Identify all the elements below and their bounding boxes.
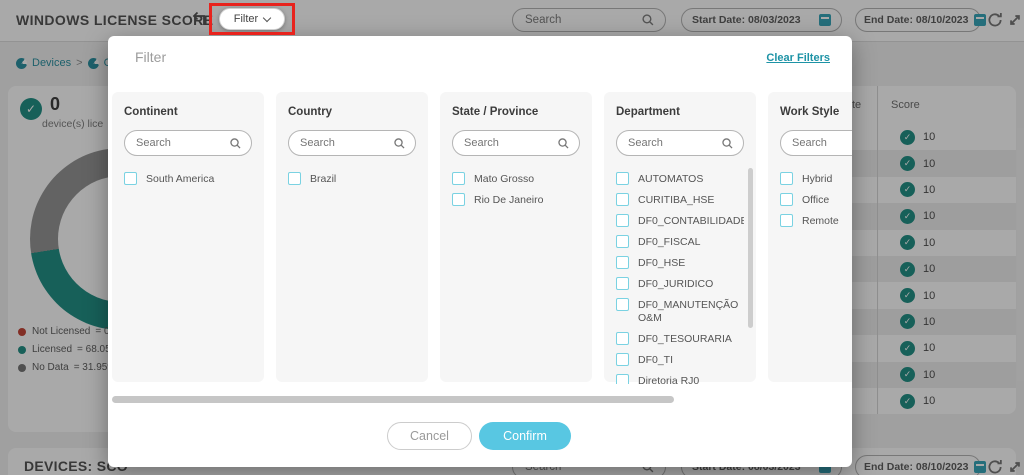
checkbox-label: Brazil xyxy=(310,173,337,185)
column-search[interactable] xyxy=(124,130,252,156)
filter-column-continent: Continent South America xyxy=(112,92,264,382)
checkbox-item: Hybrid xyxy=(780,172,852,186)
search-icon xyxy=(229,137,242,150)
checkbox-label: Diretoria RJ0 xyxy=(638,375,700,384)
search-input[interactable] xyxy=(134,136,219,150)
checkbox-label: Mato Grosso xyxy=(474,173,535,185)
confirm-button[interactable]: Confirm xyxy=(479,422,571,450)
column-title: Country xyxy=(288,106,333,118)
checkbox[interactable] xyxy=(780,214,793,227)
checkbox-item: Rio De Janeiro xyxy=(452,193,580,207)
checkbox[interactable] xyxy=(616,214,629,227)
checkbox[interactable] xyxy=(124,172,137,185)
checkbox-label: DF0_CONTABILIDADE xyxy=(638,215,744,227)
checkbox[interactable] xyxy=(616,193,629,206)
checkbox-item: AUTOMATOS xyxy=(616,172,744,186)
screen: WINDOWS LICENSE SCORE Start Date: 08/03/… xyxy=(0,0,1024,475)
checkbox[interactable] xyxy=(616,235,629,248)
checkbox-item: DF0_TESOURARIA xyxy=(616,332,744,346)
checkbox-item: DF0_FISCAL xyxy=(616,235,744,249)
checkbox-label: Rio De Janeiro xyxy=(474,194,544,206)
search-icon xyxy=(557,137,570,150)
column-title: Department xyxy=(616,106,680,118)
column-search[interactable] xyxy=(616,130,744,156)
checkbox[interactable] xyxy=(452,193,465,206)
checkbox-item: CURITIBA_HSE xyxy=(616,193,744,207)
checkbox-label: DF0_MANUTENÇÃO O&M xyxy=(638,299,739,324)
checkbox-item: Remote xyxy=(780,214,852,228)
checkbox-item: DF0_MANUTENÇÃO O&M xyxy=(616,298,744,325)
column-title: State / Province xyxy=(452,106,539,118)
checkbox-list: Hybrid Office Remote xyxy=(780,172,852,228)
filter-column-work-style: Work Style Hybrid xyxy=(768,92,852,382)
annotation-red-box xyxy=(209,3,295,35)
filter-modal: Filter Clear Filters Continent South Am xyxy=(108,36,852,467)
checkbox[interactable] xyxy=(616,298,629,311)
checkbox-label: CURITIBA_HSE xyxy=(638,194,715,206)
checkbox-label: DF0_JURIDICO xyxy=(638,278,714,290)
checkbox[interactable] xyxy=(616,256,629,269)
checkbox-item: Brazil xyxy=(288,172,416,186)
vertical-scrollbar[interactable] xyxy=(748,168,753,328)
cancel-button[interactable]: Cancel xyxy=(387,422,472,450)
checkbox-list: Mato Grosso Rio De Janeiro xyxy=(452,172,580,207)
checkbox[interactable] xyxy=(288,172,301,185)
search-icon xyxy=(393,137,406,150)
checkbox-item: Diretoria RJ0 xyxy=(616,374,744,384)
checkbox-label: Remote xyxy=(802,215,839,227)
checkbox[interactable] xyxy=(616,332,629,345)
search-input[interactable] xyxy=(626,136,711,150)
checkbox[interactable] xyxy=(616,172,629,185)
checkbox-list: South America xyxy=(124,172,252,186)
checkbox-label: AUTOMATOS xyxy=(638,173,704,185)
column-search[interactable] xyxy=(780,130,852,156)
checkbox-item: South America xyxy=(124,172,252,186)
checkbox-label: South America xyxy=(146,173,215,185)
checkbox-item: DF0_JURIDICO xyxy=(616,277,744,291)
checkbox-item: DF0_CONTABILIDADE xyxy=(616,214,744,228)
checkbox-label: DF0_FISCAL xyxy=(638,236,701,248)
checkbox-list: Brazil xyxy=(288,172,416,186)
search-input[interactable] xyxy=(790,136,852,150)
checkbox-item: DF0_TI xyxy=(616,353,744,367)
checkbox-label: Hybrid xyxy=(802,173,833,185)
checkbox-label: DF0_HSE xyxy=(638,257,686,269)
checkbox-label: Office xyxy=(802,194,830,206)
checkbox-label: DF0_TI xyxy=(638,354,674,366)
checkbox[interactable] xyxy=(452,172,465,185)
checkbox[interactable] xyxy=(616,277,629,290)
clear-filters-link[interactable]: Clear Filters xyxy=(766,52,830,64)
checkbox-item: Office xyxy=(780,193,852,207)
checkbox[interactable] xyxy=(780,193,793,206)
checkbox-list: AUTOMATOS CURITIBA_HSE DF0_CONTABILIDADE xyxy=(616,172,744,384)
checkbox-label: DF0_TESOURARIA xyxy=(638,333,732,345)
column-search[interactable] xyxy=(452,130,580,156)
checkbox[interactable] xyxy=(616,353,629,366)
search-icon xyxy=(721,137,734,150)
search-input[interactable] xyxy=(462,136,547,150)
search-input[interactable] xyxy=(298,136,383,150)
filter-column-country: Country Brazil xyxy=(276,92,428,382)
checkbox[interactable] xyxy=(616,374,629,384)
modal-title: Filter xyxy=(135,49,167,65)
column-title: Continent xyxy=(124,106,178,118)
filter-columns: Continent South America xyxy=(112,92,852,384)
checkbox-item: DF0_HSE xyxy=(616,256,744,270)
horizontal-scrollbar[interactable] xyxy=(112,396,674,403)
column-search[interactable] xyxy=(288,130,416,156)
checkbox-item: Mato Grosso xyxy=(452,172,580,186)
filter-column-state: State / Province Mato Grosso xyxy=(440,92,592,382)
column-title: Work Style xyxy=(780,106,840,118)
filter-column-department: Department AUTOMATOS xyxy=(604,92,756,384)
checkbox[interactable] xyxy=(780,172,793,185)
